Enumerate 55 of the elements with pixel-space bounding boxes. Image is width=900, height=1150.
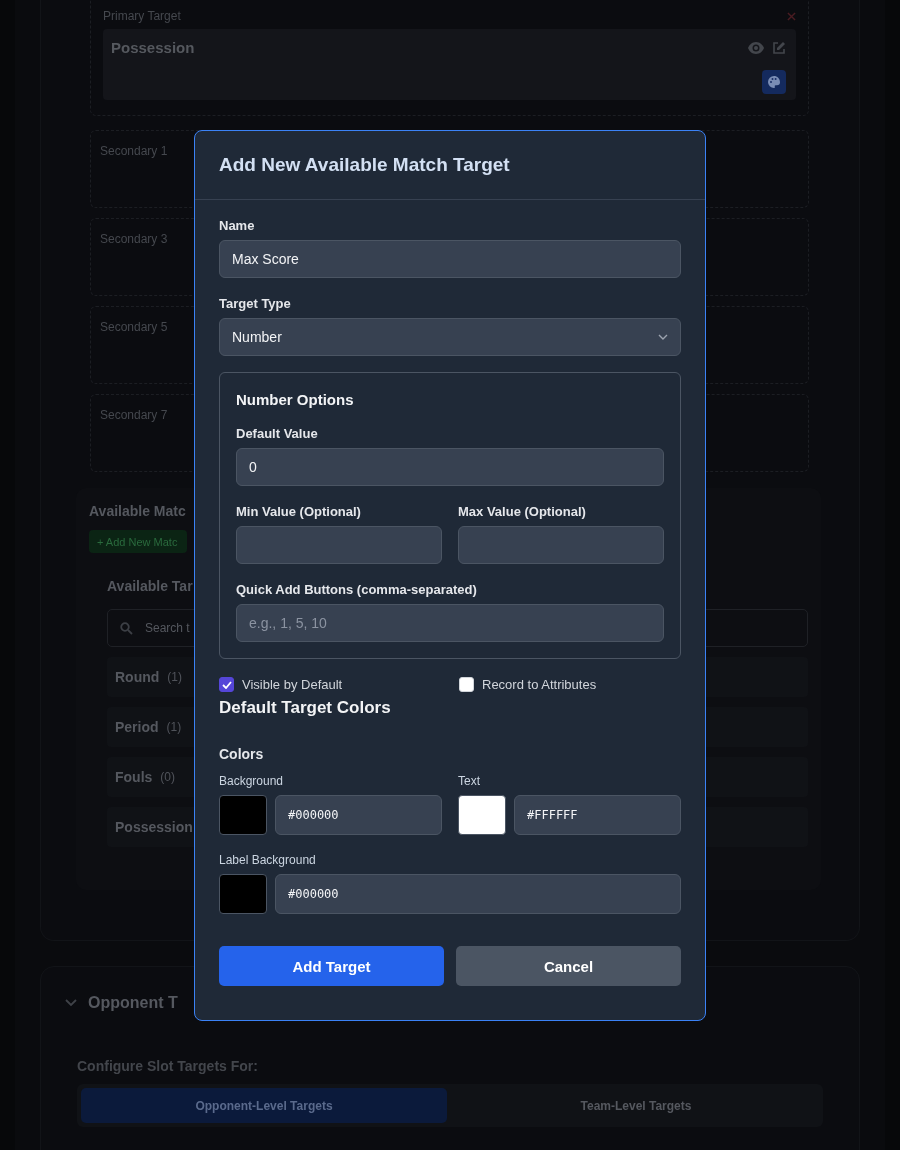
field-label: Min Value (Optional) <box>236 504 362 519</box>
color-label: Background <box>219 774 285 788</box>
add-target-button[interactable]: Add Target <box>219 946 444 986</box>
slot-label: Secondary 7 <box>100 408 168 422</box>
color-swatch[interactable] <box>219 795 267 835</box>
checkbox[interactable] <box>219 677 234 692</box>
min-value-field[interactable] <box>236 526 442 564</box>
close-icon[interactable] <box>787 11 796 21</box>
quick-add-field[interactable]: e.g., 1, 5, 10 <box>236 604 664 642</box>
color-label: Text <box>458 774 481 788</box>
slot-label: Secondary 3 <box>100 232 168 246</box>
section-title: Available Matc <box>89 503 186 519</box>
target-name: Possession <box>111 39 195 56</box>
slot-label: Secondary 1 <box>100 144 168 158</box>
target-count: (0) <box>160 770 175 784</box>
field-label: Name <box>219 218 256 233</box>
field-label: Max Value (Optional) <box>458 504 587 519</box>
target-count: (1) <box>167 670 182 684</box>
palette-icon <box>768 76 780 88</box>
search-icon <box>120 621 133 635</box>
section-title: Opponent T <box>88 994 178 1012</box>
eye-icon[interactable] <box>748 41 764 54</box>
panel-title: Number Options <box>236 391 355 408</box>
color-swatch[interactable] <box>219 874 267 914</box>
field-label: Quick Add Buttons (comma-separated) <box>236 582 478 597</box>
target-name: Fouls <box>115 769 153 785</box>
color-label: Label Background <box>219 853 317 867</box>
max-value-field[interactable] <box>458 526 664 564</box>
chevron-down-icon <box>658 334 668 340</box>
field-label: Colors <box>219 746 265 762</box>
color-hex-field[interactable]: #FFFFFF <box>514 795 681 835</box>
checkbox-label: Record to Attributes <box>482 677 597 692</box>
chevron-down-icon[interactable] <box>65 999 77 1007</box>
default-value-field[interactable]: 0 <box>236 448 664 486</box>
color-hex-field[interactable]: #000000 <box>275 795 442 835</box>
target-count: (1) <box>166 720 182 734</box>
checkbox-label: Visible by Default <box>242 677 343 692</box>
color-hex-field[interactable]: #000000 <box>275 874 681 914</box>
target-name: Possession <box>115 819 193 835</box>
palette-button[interactable] <box>762 70 786 94</box>
configure-label: Configure Slot Targets For: <box>77 1058 259 1074</box>
section-title: Default Target Colors <box>219 698 392 718</box>
modal-title: Add New Available Match Target <box>219 154 510 176</box>
field-label: Target Type <box>219 296 292 311</box>
name-field[interactable]: Max Score <box>219 240 681 278</box>
target-type-dropdown[interactable]: Number <box>219 318 681 356</box>
slot-label: Primary Target <box>103 9 181 23</box>
list-title: Available Tar <box>107 578 193 594</box>
color-swatch[interactable] <box>458 795 506 835</box>
field-label: Default Value <box>236 426 319 441</box>
slot-label: Secondary 5 <box>100 320 168 334</box>
edit-icon[interactable] <box>772 40 786 55</box>
target-name: Period <box>115 719 159 735</box>
target-name: Round <box>115 669 160 685</box>
cancel-button[interactable]: Cancel <box>456 946 681 986</box>
